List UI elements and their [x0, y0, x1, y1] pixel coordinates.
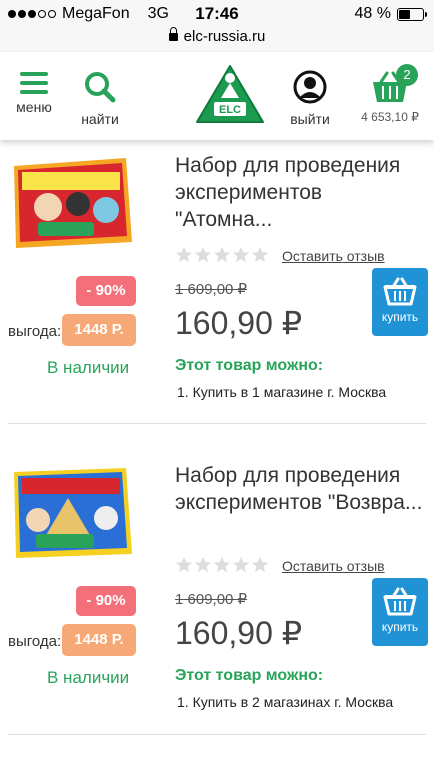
star-icon — [175, 556, 193, 573]
address-bar[interactable]: elc-russia.ru — [0, 27, 434, 52]
search-button[interactable]: найти — [78, 70, 122, 127]
search-icon — [85, 72, 116, 103]
url-text: elc-russia.ru — [183, 28, 266, 45]
site-header: меню найти ELC выйти 2 4 653,10 ₽ — [0, 52, 434, 140]
cart-count-badge: 2 — [396, 64, 418, 86]
discount-badge: - 90% — [76, 586, 136, 616]
benefit-label: выгода: — [8, 323, 62, 340]
rating-stars[interactable] — [175, 556, 269, 574]
availability-title: Этот товар можно: — [175, 357, 324, 374]
availability-item: 1. Купить в 1 магазине г. Москва — [177, 384, 387, 400]
star-icon — [213, 246, 231, 263]
product-image[interactable] — [8, 462, 136, 562]
battery-info: 48 % — [354, 5, 427, 23]
buy-label: купить — [381, 620, 419, 634]
cart-button[interactable]: 2 4 653,10 ₽ — [352, 64, 428, 124]
price: 160,90 ₽ — [175, 615, 303, 651]
availability-item: 1. Купить в 2 магазинах г. Москва — [177, 694, 394, 710]
battery-percent: 48 % — [354, 5, 391, 22]
discount-badge: - 90% — [76, 276, 136, 306]
product-image[interactable] — [8, 152, 136, 252]
benefit-badge: 1448 Р. — [62, 314, 136, 346]
elc-logo[interactable]: ELC — [195, 64, 265, 126]
leave-review-link[interactable]: Оставить отзыв — [282, 558, 385, 574]
status-bar: MegaFon 3G 17:46 48 % — [0, 0, 434, 28]
star-icon — [175, 246, 193, 263]
old-price: 1 609,00 ₽ — [175, 281, 248, 298]
hamburger-icon — [20, 72, 48, 94]
search-label: найти — [81, 111, 119, 127]
buy-button[interactable]: купить — [372, 268, 428, 336]
product-title[interactable]: Набор для проведения экспериментов "Атом… — [175, 152, 425, 233]
availability-title: Этот товар можно: — [175, 667, 324, 684]
star-icon — [251, 246, 269, 263]
star-icon — [213, 556, 231, 573]
price: 160,90 ₽ — [175, 305, 303, 341]
stock-status: В наличии — [47, 668, 130, 687]
benefit-label: выгода: — [8, 633, 62, 650]
menu-button[interactable]: меню — [12, 72, 56, 115]
elc-logo-icon: ELC — [196, 65, 264, 123]
logout-button[interactable]: выйти — [284, 70, 336, 127]
user-icon — [293, 70, 327, 104]
menu-label: меню — [16, 99, 52, 115]
basket-icon — [383, 277, 417, 306]
buy-button[interactable]: купить — [372, 578, 428, 646]
divider — [8, 734, 426, 735]
rating-stars[interactable] — [175, 246, 269, 264]
basket-icon — [383, 587, 417, 616]
cart-total: 4 653,10 ₽ — [361, 110, 419, 124]
benefit-badge: 1448 Р. — [62, 624, 136, 656]
star-icon — [232, 556, 250, 573]
svg-text:ELC: ELC — [219, 104, 241, 116]
divider — [8, 423, 426, 424]
leave-review-link[interactable]: Оставить отзыв — [282, 248, 385, 264]
product-title[interactable]: Набор для проведения экспериментов "Возв… — [175, 462, 425, 516]
star-icon — [251, 556, 269, 573]
old-price: 1 609,00 ₽ — [175, 591, 248, 608]
star-icon — [232, 246, 250, 263]
battery-icon — [397, 7, 427, 21]
buy-label: купить — [381, 310, 419, 324]
star-icon — [194, 556, 212, 573]
lock-icon — [168, 27, 178, 41]
star-icon — [194, 246, 212, 263]
logout-label: выйти — [290, 111, 330, 127]
stock-status: В наличии — [47, 358, 130, 377]
